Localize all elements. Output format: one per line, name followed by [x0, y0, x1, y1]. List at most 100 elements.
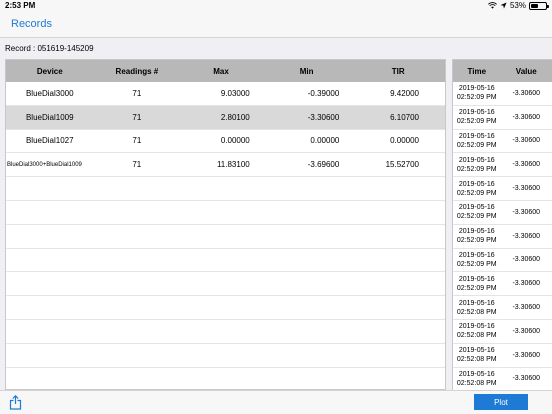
empty-row	[6, 296, 445, 320]
readings-table[interactable]: Time Value 2019-05-16 02:52:09 PM -3.30600…	[452, 59, 552, 390]
reading-row[interactable]: 2019-05-16 02:52:09 PM -3.30600	[453, 177, 552, 201]
cell-device: BlueDial3000	[25, 88, 74, 98]
reading-row[interactable]: 2019-05-16 02:52:09 PM -3.30600	[453, 130, 552, 154]
location-arrow-icon	[500, 2, 507, 9]
bottom-toolbar: Plot	[0, 390, 552, 414]
cell-value: -3.30600	[512, 208, 541, 216]
readings-table-header: Time Value	[453, 60, 552, 82]
cell-date: 2019-05-16	[458, 370, 495, 378]
cell-clock: 02:52:09 PM	[456, 118, 497, 126]
cell-time: 2019-05-16 02:52:08 PM	[453, 299, 501, 317]
table-row[interactable]: BlueDial1027 71 0.00000 0.00000 0.00000	[6, 130, 445, 154]
cell-readings: 71	[132, 136, 142, 146]
plot-button[interactable]: Plot	[474, 394, 528, 410]
cell-time: 2019-05-16 02:52:09 PM	[453, 251, 501, 269]
battery-level	[531, 3, 539, 8]
cell-date: 2019-05-16	[458, 323, 495, 331]
cell-max: 9.03000	[220, 88, 250, 98]
reading-row[interactable]: 2019-05-16 02:52:09 PM -3.30600	[453, 82, 552, 106]
table-row-selected[interactable]: BlueDial1009 71 2.80100 -3.30600 6.10700	[6, 105, 445, 130]
cell-readings: 71	[132, 88, 142, 98]
status-bar: 2:53 PM 53%	[0, 0, 552, 12]
battery-percent: 53%	[509, 1, 526, 10]
cell-clock: 02:52:09 PM	[456, 284, 497, 292]
reading-row[interactable]: 2019-05-16 02:52:09 PM -3.30600	[453, 201, 552, 225]
cell-time: 2019-05-16 02:52:09 PM	[453, 132, 501, 150]
empty-row	[6, 368, 445, 389]
cell-date: 2019-05-16	[458, 347, 495, 355]
empty-row	[6, 272, 445, 297]
cell-tir: 15.52700	[385, 160, 419, 170]
cell-time: 2019-05-16 02:52:09 PM	[453, 203, 501, 221]
cell-date: 2019-05-16	[458, 109, 495, 117]
table-row[interactable]: BlueDial3000+BlueDial1009 71 11.83100 -3…	[6, 153, 445, 178]
reading-row[interactable]: 2019-05-16 02:52:08 PM -3.30600	[453, 320, 552, 344]
cell-time: 2019-05-16 02:52:08 PM	[453, 370, 501, 388]
cell-value: -3.30600	[512, 232, 541, 240]
empty-row	[6, 249, 445, 273]
header-min: Min	[299, 66, 314, 76]
cell-time: 2019-05-16 02:52:08 PM	[453, 322, 501, 340]
cell-clock: 02:52:09 PM	[456, 165, 497, 173]
summary-table-header: Device Readings # Max Min TIR	[6, 60, 445, 82]
readings-rows: 2019-05-16 02:52:09 PM -3.30600 2019-05-16 0…	[453, 82, 552, 390]
cell-clock: 02:52:08 PM	[456, 308, 497, 316]
cell-clock: 02:52:09 PM	[456, 237, 497, 245]
reading-row[interactable]: 2019-05-16 02:52:09 PM -3.30600	[453, 272, 552, 297]
header-readings: Readings #	[115, 66, 159, 76]
cell-date: 2019-05-16	[458, 204, 495, 212]
reading-row[interactable]: 2019-05-16 02:52:09 PM -3.30600	[453, 106, 552, 130]
cell-max: 11.83100	[216, 160, 250, 170]
cell-value: -3.30600	[512, 327, 541, 335]
wifi-icon	[488, 2, 497, 9]
cell-max: 2.80100	[220, 112, 250, 122]
reading-row[interactable]: 2019-05-16 02:52:08 PM -3.30600	[453, 368, 552, 390]
cell-min: -3.69600	[307, 160, 340, 170]
cell-date: 2019-05-16	[458, 299, 495, 307]
cell-value: -3.30600	[512, 89, 541, 97]
cell-max: 0.00000	[220, 136, 250, 146]
table-row[interactable]: BlueDial3000 71 9.03000 -0.39000 9.42000	[6, 82, 445, 106]
cell-clock: 02:52:08 PM	[456, 332, 497, 340]
summary-table[interactable]: Device Readings # Max Min TIR BlueDial30…	[5, 59, 446, 390]
cell-min: 0.00000	[310, 136, 340, 146]
cell-time: 2019-05-16 02:52:09 PM	[453, 180, 501, 198]
cell-clock: 02:52:09 PM	[456, 94, 497, 102]
empty-row	[6, 344, 445, 368]
reading-row[interactable]: 2019-05-16 02:52:08 PM -3.30600	[453, 296, 552, 320]
cell-tir: 9.42000	[390, 88, 419, 98]
records-back-button[interactable]: Records	[11, 18, 52, 30]
cell-clock: 02:52:09 PM	[456, 141, 497, 149]
header-value: Value	[515, 66, 537, 76]
cell-clock: 02:52:08 PM	[456, 379, 497, 387]
cell-clock: 02:52:09 PM	[456, 189, 497, 197]
cell-readings: 71	[132, 160, 142, 170]
reading-row[interactable]: 2019-05-16 02:52:09 PM -3.30600	[453, 153, 552, 178]
record-label: Record : 051619-145209	[5, 44, 94, 53]
cell-clock: 02:52:09 PM	[456, 213, 497, 221]
cell-device: BlueDial1027	[25, 136, 74, 146]
empty-row	[6, 177, 445, 201]
share-icon[interactable]	[9, 395, 22, 410]
empty-row	[6, 320, 445, 344]
nav-bar: Records	[0, 12, 552, 38]
status-right: 53%	[488, 1, 549, 10]
reading-row[interactable]: 2019-05-16 02:52:08 PM -3.30600	[453, 344, 552, 368]
cell-value: -3.30600	[512, 280, 541, 288]
header-max: Max	[213, 66, 229, 76]
cell-date: 2019-05-16	[458, 156, 495, 164]
battery-icon	[529, 1, 549, 10]
cell-date: 2019-05-16	[458, 275, 495, 283]
cell-value: -3.30600	[512, 185, 541, 193]
reading-row[interactable]: 2019-05-16 02:52:09 PM -3.30600	[453, 249, 552, 273]
cell-value: -3.30600	[512, 256, 541, 264]
cell-device: BlueDial3000+BlueDial1009	[7, 161, 82, 168]
empty-row	[6, 225, 445, 249]
cell-time: 2019-05-16 02:52:09 PM	[453, 156, 501, 174]
cell-device: BlueDial1009	[25, 112, 74, 122]
cell-date: 2019-05-16	[458, 228, 495, 236]
reading-row[interactable]: 2019-05-16 02:52:09 PM -3.30600	[453, 225, 552, 249]
cell-min: -0.39000	[307, 88, 340, 98]
cell-value: -3.30600	[512, 351, 541, 359]
cell-min: -3.30600	[307, 112, 340, 122]
